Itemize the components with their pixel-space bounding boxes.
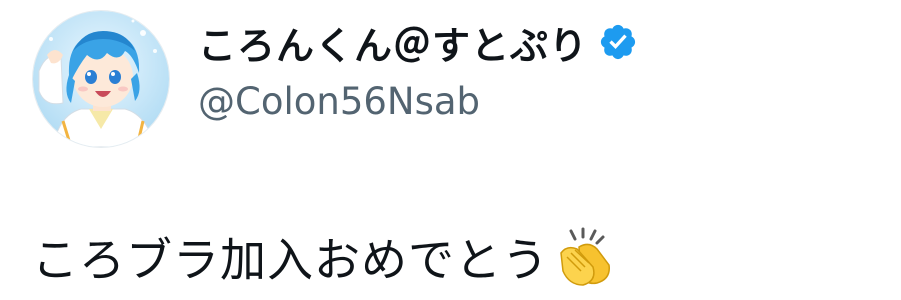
avatar-illustration-icon xyxy=(33,11,169,147)
tweet[interactable]: ころんくん＠すとぷり @Colon56Nsab ころブラ加入おめでとう xyxy=(0,0,901,300)
clapping-hands-icon xyxy=(553,227,613,287)
verified-badge-icon xyxy=(598,22,638,62)
tweet-text-content: ころブラ加入おめでとう xyxy=(32,233,549,287)
avatar[interactable] xyxy=(32,10,170,148)
author-handle[interactable]: @Colon56Nsab xyxy=(198,80,638,123)
tweet-author-header: ころんくん＠すとぷり @Colon56Nsab xyxy=(198,16,638,123)
author-display-name[interactable]: ころんくん＠すとぷり xyxy=(198,15,588,70)
author-name-row[interactable]: ころんくん＠すとぷり xyxy=(198,16,638,68)
tweet-text: ころブラ加入おめでとう xyxy=(32,224,613,290)
